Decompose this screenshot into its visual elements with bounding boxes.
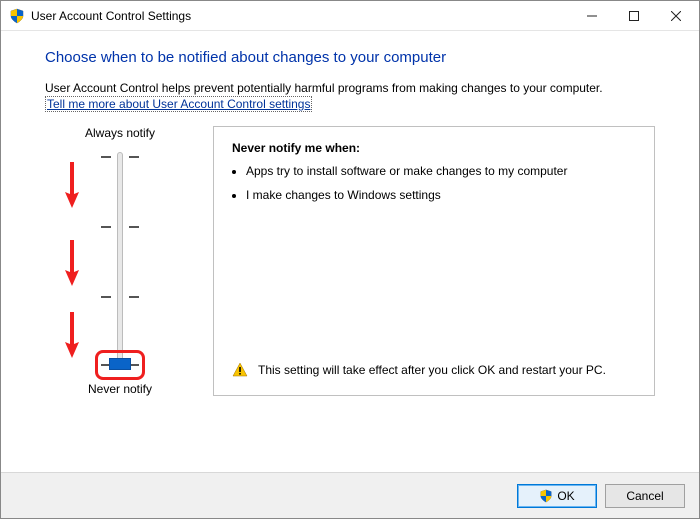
- slider-bottom-label: Never notify: [45, 382, 195, 396]
- slider-track: [117, 152, 123, 370]
- slider-thumb[interactable]: [109, 358, 131, 370]
- description-list: Apps try to install software or make cha…: [246, 163, 636, 210]
- note-row: This setting will take effect after you …: [232, 348, 636, 381]
- note-text: This setting will take effect after you …: [258, 362, 606, 379]
- content-area: Choose when to be notified about changes…: [1, 31, 699, 472]
- notification-slider[interactable]: [45, 146, 195, 376]
- annotation-arrow-icon: [63, 160, 81, 210]
- maximize-button[interactable]: [613, 2, 655, 30]
- slider-column: Always notify: [45, 126, 195, 396]
- shield-icon: [539, 489, 553, 503]
- uac-settings-window: User Account Control Settings Choose whe…: [0, 0, 700, 519]
- list-item: Apps try to install software or make cha…: [246, 163, 636, 180]
- footer: OK Cancel: [1, 472, 699, 518]
- titlebar: User Account Control Settings: [1, 1, 699, 31]
- page-heading: Choose when to be notified about changes…: [45, 49, 655, 66]
- annotation-arrow-icon: [63, 310, 81, 360]
- window-title: User Account Control Settings: [31, 9, 571, 23]
- close-button[interactable]: [655, 2, 697, 30]
- cancel-label: Cancel: [626, 489, 663, 503]
- ok-button[interactable]: OK: [517, 484, 597, 508]
- minimize-button[interactable]: [571, 2, 613, 30]
- subtext-line: User Account Control helps prevent poten…: [45, 81, 603, 95]
- page-subtext: User Account Control helps prevent poten…: [45, 80, 655, 112]
- description-panel: Never notify me when: Apps try to instal…: [213, 126, 655, 396]
- list-item: I make changes to Windows settings: [246, 187, 636, 204]
- learn-more-link[interactable]: Tell me more about User Account Control …: [45, 96, 312, 112]
- shield-icon: [9, 8, 25, 24]
- slider-top-label: Always notify: [45, 126, 195, 140]
- cancel-button[interactable]: Cancel: [605, 484, 685, 508]
- warning-icon: [232, 362, 248, 381]
- description-title: Never notify me when:: [232, 141, 636, 155]
- ok-label: OK: [557, 489, 574, 503]
- main-row: Always notify: [45, 126, 655, 396]
- annotation-arrow-icon: [63, 238, 81, 288]
